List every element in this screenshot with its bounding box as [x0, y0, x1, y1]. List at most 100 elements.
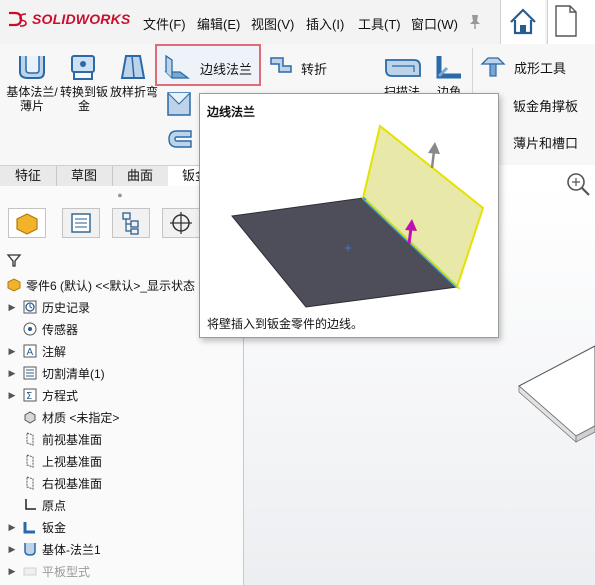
lofted-bend-icon: [120, 55, 146, 79]
plane-icon: [22, 475, 38, 491]
forming-tool-label: 成形工具: [514, 61, 567, 76]
menu-insert[interactable]: 插入(I): [306, 14, 344, 33]
tree-item-label: 平板型式: [42, 564, 91, 579]
history-icon: [22, 299, 38, 315]
crosshair-icon: [170, 212, 192, 234]
svg-text:Σ: Σ: [26, 391, 32, 402]
filter-icon[interactable]: [6, 252, 22, 268]
expand-arrow-icon[interactable]: ▶: [6, 302, 18, 313]
svg-text:A: A: [27, 347, 34, 358]
tooltip-title: 边线法兰: [207, 105, 256, 119]
tree-item-label: 历史记录: [42, 300, 91, 315]
menu-edit[interactable]: 编辑(E): [197, 14, 240, 33]
expand-arrow-icon[interactable]: ▶: [6, 566, 18, 577]
tree-item[interactable]: 右视基准面: [0, 472, 243, 494]
menu-file[interactable]: 文件(F): [143, 14, 186, 33]
dimxpert-tab[interactable]: [162, 208, 200, 238]
edge-flange-icon: [164, 54, 190, 79]
tab-sketch[interactable]: 草图: [56, 166, 113, 186]
title-bar: SOLIDWORKS 文件(F) 编辑(E) 视图(V) 插入(I) 工具(T)…: [0, 0, 595, 45]
tree-item[interactable]: ▶ A 注解: [0, 340, 243, 362]
jog-icon: [270, 57, 292, 73]
edge-flange-label: 边线法兰: [200, 62, 253, 77]
plane-icon: [22, 453, 38, 469]
forming-tool-button[interactable]: 成形工具: [478, 52, 595, 80]
annotation-icon: A: [22, 343, 38, 359]
jog-button[interactable]: 转折: [265, 50, 335, 84]
tab-surfaces[interactable]: 曲面: [112, 166, 169, 186]
tab-and-slot-button[interactable]: 薄片和槽口: [497, 131, 595, 151]
ds-logo-icon: [9, 11, 27, 27]
swept-flange-button[interactable]: 扫描法: [378, 52, 426, 99]
new-document-icon: [555, 5, 577, 37]
tree-root-label: 零件6 (默认) <<默认>_显示状态: [26, 278, 196, 293]
tree-item[interactable]: 材质 <未指定>: [0, 406, 243, 428]
sheetmetal-gusset-button[interactable]: 钣金角撑板: [497, 94, 595, 114]
expand-arrow-icon[interactable]: ▶: [6, 522, 18, 533]
configuration-manager-tab[interactable]: [112, 208, 150, 238]
solidworks-logo[interactable]: SOLIDWORKS: [6, 10, 130, 28]
material-icon: [22, 409, 38, 425]
plane-icon: [22, 431, 38, 447]
forming-tool-icon: [480, 57, 506, 77]
tree-item[interactable]: 前视基准面: [0, 428, 243, 450]
base-flange-button[interactable]: 基体法兰/薄片: [6, 52, 58, 113]
origin-icon: [22, 497, 38, 513]
command-tooltip: 边线法兰 将壁插入到钣金零件的边线。: [199, 93, 499, 338]
zoom-to-fit-icon[interactable]: [564, 170, 592, 198]
corner-icon: [436, 56, 461, 79]
property-manager-tab[interactable]: [62, 208, 100, 238]
configuration-icon: [122, 212, 139, 235]
tooltip-description: 将壁插入到钣金零件的边线。: [207, 317, 364, 331]
pin-icon[interactable]: [468, 14, 482, 30]
brand-name: SOLIDWORKS: [32, 11, 131, 27]
menu-window[interactable]: 窗口(W): [411, 14, 458, 33]
part-icon: [16, 213, 38, 235]
menu-view[interactable]: 视图(V): [251, 14, 294, 33]
menu-tools[interactable]: 工具(T): [358, 14, 401, 33]
convert-to-sheetmetal-button[interactable]: 转换到钣金: [60, 52, 108, 113]
new-document-button[interactable]: [547, 0, 595, 44]
property-list-icon: [71, 213, 91, 233]
corner-button[interactable]: 边角: [433, 52, 473, 99]
tree-item[interactable]: ▶ 钣金: [0, 516, 243, 538]
closed-corner-icon[interactable]: [165, 90, 193, 118]
tree-item[interactable]: 上视基准面: [0, 450, 243, 472]
hem-icon[interactable]: [165, 127, 195, 155]
feature-manager-tab[interactable]: [8, 208, 46, 238]
tree-item[interactable]: ▶ 基体-法兰1: [0, 538, 243, 560]
tree-item-label: 材质 <未指定>: [42, 410, 120, 425]
base-flange-label: 基体法兰/薄片: [6, 85, 58, 113]
panel-splitter[interactable]: ●: [90, 190, 150, 200]
expand-arrow-icon[interactable]: ▶: [6, 390, 18, 401]
part-icon: [7, 278, 21, 292]
tree-item[interactable]: ▶ Σ 方程式: [0, 384, 243, 406]
sensor-icon: [22, 321, 38, 337]
command-tabs: 特征 草图 曲面 钣金: [0, 165, 222, 187]
base-flange-icon: [19, 56, 45, 79]
home-button[interactable]: [500, 0, 545, 44]
expand-arrow-icon[interactable]: ▶: [6, 346, 18, 357]
expand-arrow-icon[interactable]: ▶: [6, 544, 18, 555]
tree-item-label: 右视基准面: [42, 476, 103, 491]
cut-list-icon: [22, 365, 38, 381]
lofted-bend-label: 放样折弯: [110, 85, 159, 99]
tooltip-illustration: [231, 124, 485, 308]
tree-item[interactable]: ▶ 平板型式: [0, 560, 243, 582]
lofted-bend-button[interactable]: 放样折弯: [110, 52, 158, 99]
flat-pattern-icon: [22, 563, 38, 579]
tree-item[interactable]: ▶ 切割清单(1): [0, 362, 243, 384]
tree-item-label: 原点: [42, 498, 67, 513]
tab-features[interactable]: 特征: [0, 166, 57, 186]
sheetmetal-gusset-label: 钣金角撑板: [513, 99, 579, 114]
tree-item-label: 切割清单(1): [42, 366, 105, 381]
expand-arrow-icon[interactable]: ▶: [6, 368, 18, 379]
convert-sheetmetal-label: 转换到钣金: [60, 85, 109, 113]
tree-item-label: 前视基准面: [42, 432, 103, 447]
tree-item-label: 注解: [42, 344, 67, 359]
tree-item[interactable]: 原点: [0, 494, 243, 516]
tree-item-label: 传感器: [42, 322, 79, 337]
sheetmetal-icon: [22, 519, 38, 535]
home-icon: [510, 8, 536, 35]
convert-sheetmetal-icon: [71, 55, 95, 80]
